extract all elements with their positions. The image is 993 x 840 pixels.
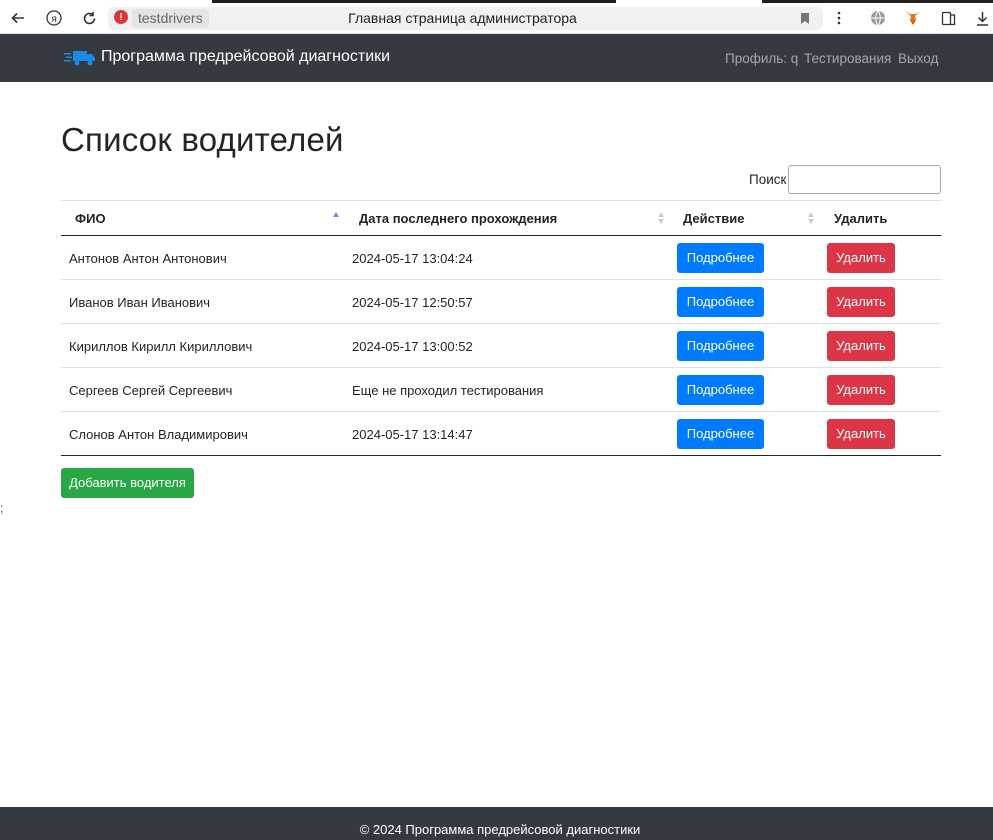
download-icon[interactable] (972, 8, 992, 28)
last-test-date: 2024-05-17 13:14:47 (352, 427, 473, 442)
navbar: Программа предрейсовой диагностики Профи… (0, 34, 993, 82)
bookmark-icon[interactable] (795, 8, 815, 28)
browser-page-title: Главная страница администратора (348, 10, 577, 26)
driver-name: Сергеев Сергей Сергеевич (69, 383, 233, 398)
table-row: Иванов Иван Иванович 2024-05-17 12:50:57… (61, 280, 941, 324)
page-title: Список водителей (61, 121, 344, 158)
driver-name: Слонов Антон Владимирович (69, 427, 248, 442)
sort-asc-icon[interactable] (333, 212, 340, 224)
last-test-date: 2024-05-17 13:00:52 (352, 339, 473, 354)
column-header-date[interactable]: Дата последнего прохождения (359, 211, 557, 226)
browser-toolbar: я ! testdrivers Главная страница админис… (0, 0, 993, 34)
add-driver-button[interactable]: Добавить водителя (61, 468, 194, 498)
column-header-delete: Удалить (834, 211, 888, 226)
sort-icon[interactable] (808, 212, 815, 224)
tab-strip (212, 0, 616, 3)
table-row: Кириллов Кирилл Кириллович 2024-05-17 13… (61, 324, 941, 368)
extensions-icon[interactable] (938, 8, 958, 28)
last-test-date: 2024-05-17 13:04:24 (352, 251, 473, 266)
nav-link-logout[interactable]: Выход (898, 51, 938, 66)
delete-button[interactable]: Удалить (827, 331, 895, 361)
table-header: ФИО Дата последнего прохождения Действие… (61, 200, 941, 236)
details-button[interactable]: Подробнее (677, 331, 764, 361)
details-button[interactable]: Подробнее (677, 243, 764, 273)
delete-button[interactable]: Удалить (827, 287, 895, 317)
metamask-icon[interactable] (903, 8, 923, 28)
details-button[interactable]: Подробнее (677, 419, 764, 449)
globe-icon[interactable] (868, 8, 888, 28)
tab-strip (762, 0, 993, 3)
details-button[interactable]: Подробнее (677, 287, 764, 317)
search-label: Поиск (749, 172, 787, 187)
footer-copyright: © 2024 Программа предрейсовой диагностик… (359, 822, 641, 837)
sort-icon[interactable] (658, 212, 665, 224)
driver-name: Иванов Иван Иванович (69, 295, 211, 310)
table-row: Сергеев Сергей Сергеевич Еще не проходил… (61, 368, 941, 412)
table-row: Слонов Антон Владимирович 2024-05-17 13:… (61, 412, 941, 456)
details-button[interactable]: Подробнее (677, 375, 764, 405)
column-header-action[interactable]: Действие (683, 211, 744, 226)
truck-icon[interactable] (64, 49, 96, 67)
footer: © 2024 Программа предрейсовой диагностик… (0, 807, 993, 840)
navbar-brand[interactable]: Программа предрейсовой диагностики (101, 48, 390, 66)
delete-button[interactable]: Удалить (827, 243, 895, 273)
driver-name: Антонов Антон Антонович (69, 251, 227, 266)
last-test-date: Еще не проходил тестирования (352, 383, 544, 398)
more-vertical-icon[interactable] (829, 8, 849, 28)
search-input[interactable] (788, 165, 941, 194)
nav-link-tests[interactable]: Тестирования (804, 51, 891, 66)
column-header-name[interactable]: ФИО (75, 211, 106, 226)
stray-text: ; (0, 501, 4, 515)
last-test-date: 2024-05-17 12:50:57 (352, 295, 473, 310)
delete-button[interactable]: Удалить (827, 375, 895, 405)
driver-name: Кириллов Кирилл Кириллович (69, 339, 253, 354)
nav-link-profile[interactable]: Профиль: q (725, 51, 798, 66)
table-row: Антонов Антон Антонович 2024-05-17 13:04… (61, 236, 941, 280)
delete-button[interactable]: Удалить (827, 419, 895, 449)
